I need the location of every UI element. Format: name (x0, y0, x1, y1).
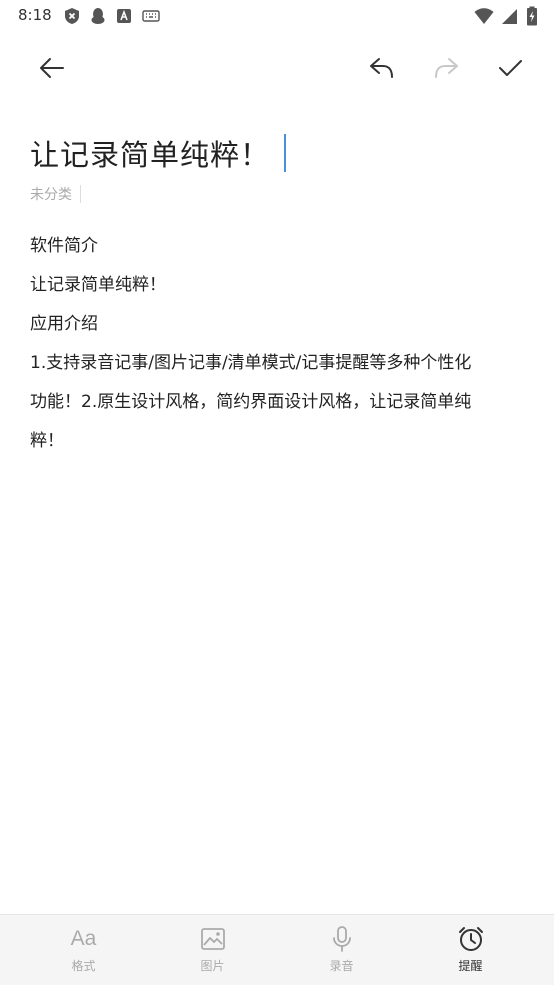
done-button[interactable] (490, 48, 530, 88)
undo-button[interactable] (362, 48, 402, 88)
format-icon: Aa (70, 927, 97, 950)
record-label: 录音 (329, 959, 354, 973)
note-line: 粹！ (30, 431, 64, 451)
status-bar: 8:18 (0, 0, 554, 32)
note-line: 1.支持录音记事/图片记事/清单模式/记事提醒等多种个性化 (30, 353, 472, 373)
note-title: 让记录简单纯粹！ (30, 138, 271, 172)
qq-penguin-icon (91, 8, 105, 24)
category-selector[interactable]: 未分类 (30, 184, 81, 204)
format-button[interactable]: Aa 格式 (19, 915, 148, 985)
note-line: 应用介绍 (30, 314, 98, 334)
record-button[interactable]: 录音 (277, 915, 406, 985)
note-body-field[interactable]: 软件简介 让记录简单纯粹！ 应用介绍 1.支持录音记事/图片记事/清单模式/记事… (30, 227, 530, 461)
category-divider (80, 185, 81, 203)
redo-icon (435, 58, 458, 78)
keyboard-icon (142, 10, 160, 22)
back-arrow-icon (40, 58, 64, 78)
battery-charging-icon (527, 6, 537, 26)
status-time: 8:18 (18, 6, 52, 24)
image-button[interactable]: 图片 (148, 915, 277, 985)
text-caret (284, 134, 287, 172)
check-icon (499, 60, 522, 76)
reminder-button[interactable]: 提醒 (406, 915, 535, 985)
image-label: 图片 (200, 959, 225, 973)
editor-toolbar (0, 40, 554, 96)
undo-icon (370, 58, 393, 78)
bottom-action-bar: Aa 格式 图片 录音 提醒 (0, 914, 554, 985)
image-icon (200, 928, 225, 950)
font-a-icon (117, 9, 131, 23)
back-button[interactable] (32, 48, 72, 88)
shield-x-icon (65, 8, 79, 24)
status-left-icons (64, 7, 160, 25)
microphone-icon (332, 926, 351, 952)
note-title-field[interactable]: 让记录简单纯粹！ (30, 132, 287, 174)
category-label: 未分类 (30, 187, 72, 203)
note-line: 软件简介 (30, 236, 98, 256)
format-label: 格式 (71, 959, 96, 973)
alarm-clock-icon (458, 927, 483, 951)
redo-button[interactable] (426, 48, 466, 88)
wifi-icon (474, 8, 494, 24)
reminder-label: 提醒 (458, 959, 483, 973)
signal-icon (502, 9, 517, 24)
note-line: 功能！2.原生设计风格，简约界面设计风格，让记录简单纯 (30, 392, 472, 412)
note-line: 让记录简单纯粹！ (30, 275, 166, 295)
status-right-icons (474, 6, 538, 26)
